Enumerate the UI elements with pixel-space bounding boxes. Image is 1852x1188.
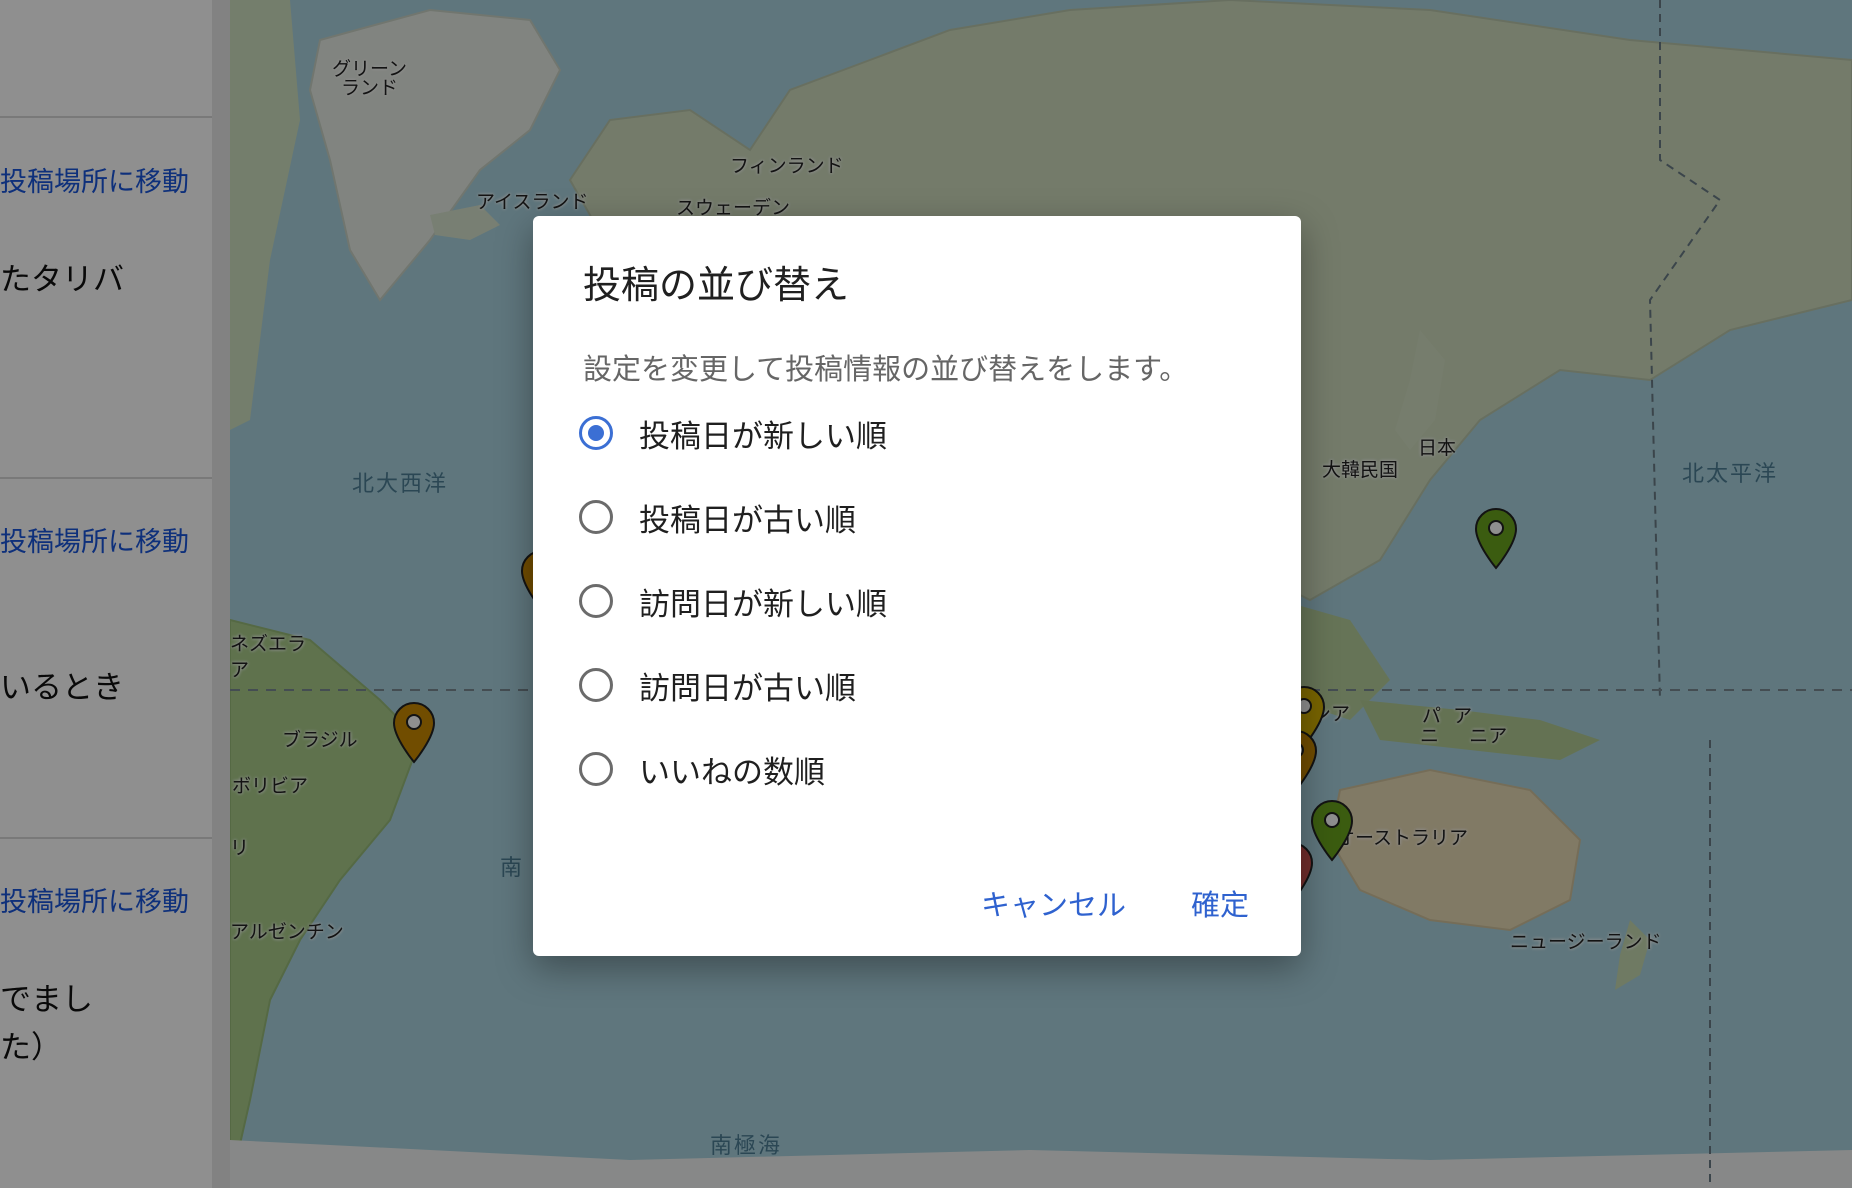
sort-option-post-date-newest[interactable]: 投稿日が新しい順 bbox=[579, 408, 887, 458]
radio-button[interactable] bbox=[579, 752, 613, 786]
sort-posts-dialog: 投稿の並び替え 設定を変更して投稿情報の並び替えをします。 投稿日が新しい順 投… bbox=[533, 216, 1301, 956]
radio-button[interactable] bbox=[579, 500, 613, 534]
app-root: 投稿場所に移動 たタリバ 投稿場所に移動 いるとき 投稿場所に移動 でまし た） bbox=[0, 0, 1852, 1188]
sort-option-visit-date-newest[interactable]: 訪問日が新しい順 bbox=[579, 576, 887, 626]
sort-option-label: 訪問日が古い順 bbox=[639, 670, 856, 707]
dialog-description: 設定を変更して投稿情報の並び替えをします。 bbox=[583, 352, 1189, 386]
radio-button-checked[interactable] bbox=[579, 416, 613, 450]
sort-option-likes[interactable]: いいねの数順 bbox=[579, 744, 825, 794]
confirm-button[interactable]: 確定 bbox=[1191, 882, 1249, 924]
sort-option-label: 投稿日が古い順 bbox=[639, 502, 856, 539]
sort-option-label: いいねの数順 bbox=[639, 754, 825, 791]
radio-button[interactable] bbox=[579, 584, 613, 618]
sort-option-label: 訪問日が新しい順 bbox=[639, 586, 887, 623]
sort-option-visit-date-oldest[interactable]: 訪問日が古い順 bbox=[579, 660, 856, 710]
cancel-button[interactable]: キャンセル bbox=[981, 882, 1126, 924]
dialog-title: 投稿の並び替え bbox=[583, 263, 850, 307]
sort-option-post-date-oldest[interactable]: 投稿日が古い順 bbox=[579, 492, 856, 542]
sort-option-label: 投稿日が新しい順 bbox=[639, 418, 887, 455]
radio-button[interactable] bbox=[579, 668, 613, 702]
